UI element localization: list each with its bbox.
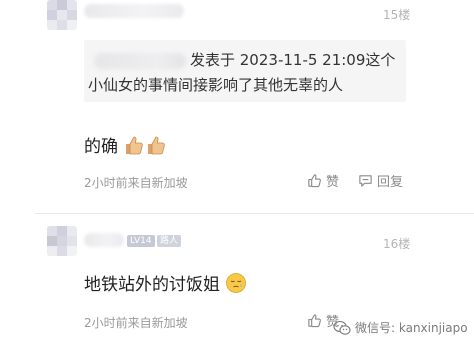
comment-body: 的确 [84, 137, 118, 157]
username-blurred [84, 233, 124, 247]
comment-text: 地铁站外的讨饭姐 [84, 270, 247, 299]
like-button[interactable]: 赞 [307, 171, 339, 190]
thumbs-up-icon [123, 134, 145, 161]
avatar[interactable] [47, 226, 77, 256]
reply-label: 回复 [377, 175, 404, 190]
quote-line-2: 小仙女的事情间接影响了其他无辜的人 [88, 76, 344, 94]
comment-icon [359, 175, 372, 187]
floor-number: 16楼 [383, 237, 411, 251]
username-blurred [84, 4, 184, 18]
level-badge: LV14 [127, 235, 155, 247]
like-icon [308, 314, 321, 328]
comment-body: 地铁站外的讨饭姐 [84, 275, 220, 295]
quote-prefix: 发表于 2023-11-5 21:09这个 [190, 51, 396, 69]
role-badge: 路人 [157, 235, 182, 247]
comment-text: 的确 [84, 132, 167, 161]
comment-time-location: 2小时前来自新加坡 [84, 316, 188, 330]
thumbs-up-icon [145, 134, 167, 161]
watermark-label: 微信号: kanxinjiapo [355, 321, 468, 335]
comment-time-location: 2小时前来自新加坡 [84, 176, 188, 190]
avatar[interactable] [47, 0, 77, 30]
quoted-reply[interactable]: 发表于 2023-11-5 21:09这个 小仙女的事情间接影响了其他无辜的人 [84, 40, 406, 102]
like-label: 赞 [326, 175, 340, 190]
like-icon [308, 174, 321, 188]
quoted-username-blurred [94, 52, 186, 69]
reply-button[interactable]: 回复 [358, 171, 403, 190]
floor-number: 15楼 [383, 8, 411, 22]
divider [35, 213, 474, 214]
wechat-icon [333, 320, 351, 335]
watermark: 微信号: kanxinjiapo [333, 319, 468, 336]
quote-line-1: 发表于 2023-11-5 21:09这个 [94, 49, 395, 70]
sleepy-face-icon [225, 272, 247, 299]
